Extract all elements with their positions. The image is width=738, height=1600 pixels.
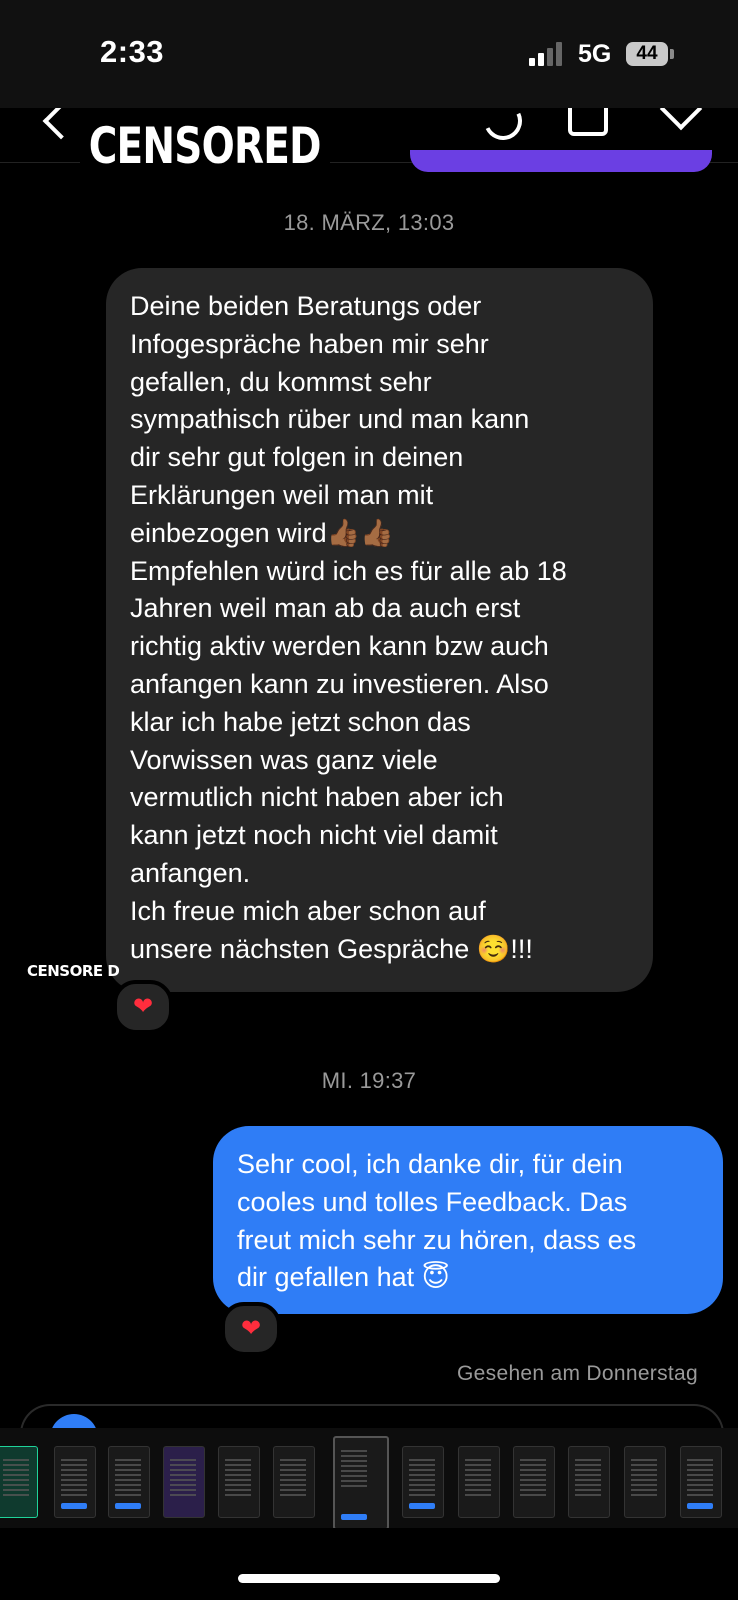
status-time: 2:33 bbox=[100, 34, 165, 69]
date-separator: MI. 19:37 bbox=[321, 1068, 417, 1093]
heart-reaction-icon[interactable]: ❤ bbox=[113, 980, 173, 1034]
incoming-message-bubble[interactable]: Deine beiden Beratungs oder Infogespräch… bbox=[106, 268, 653, 992]
thumbnail[interactable] bbox=[163, 1446, 205, 1518]
back-icon[interactable] bbox=[42, 108, 80, 140]
thumbnail[interactable] bbox=[0, 1446, 38, 1518]
censored-label: CENSORED bbox=[89, 117, 322, 175]
heart-reaction-icon[interactable]: ❤ bbox=[221, 1302, 281, 1356]
thumbnail-selected[interactable] bbox=[333, 1436, 389, 1528]
thumbnail[interactable] bbox=[273, 1446, 315, 1518]
outgoing-message-bubble[interactable]: Sehr cool, ich danke dir, für dein coole… bbox=[213, 1126, 723, 1314]
thumbnail[interactable] bbox=[54, 1446, 96, 1518]
thumbnail[interactable] bbox=[680, 1446, 722, 1518]
battery-tip bbox=[670, 49, 674, 59]
cellular-signal-icon bbox=[529, 42, 565, 66]
date-separator: 18. MÄRZ, 13:03 bbox=[283, 210, 455, 235]
home-indicator[interactable] bbox=[238, 1574, 500, 1583]
incoming-message-text: Deine beiden Beratungs oder Infogespräch… bbox=[130, 291, 567, 964]
seen-status: Gesehen am Donnerstag bbox=[457, 1362, 698, 1385]
previous-message-bubble bbox=[410, 150, 712, 172]
video-call-icon[interactable] bbox=[568, 108, 608, 136]
censored-overlay: CENSORED bbox=[80, 110, 330, 182]
info-icon[interactable] bbox=[659, 108, 703, 131]
screenshot-thumbnail-strip bbox=[0, 1428, 738, 1528]
battery-icon: 44 bbox=[626, 42, 668, 66]
thumbnail[interactable] bbox=[218, 1446, 260, 1518]
status-bar: 2:33 5G 44 bbox=[0, 0, 738, 108]
battery-level: 44 bbox=[636, 43, 658, 64]
call-icon[interactable] bbox=[478, 108, 528, 146]
thumbnail[interactable] bbox=[513, 1446, 555, 1518]
thumbnail[interactable] bbox=[624, 1446, 666, 1518]
thumbnail[interactable] bbox=[458, 1446, 500, 1518]
network-type: 5G bbox=[578, 40, 612, 68]
thumbnail[interactable] bbox=[568, 1446, 610, 1518]
thumbnail[interactable] bbox=[402, 1446, 444, 1518]
sender-avatar-censored: CENSORE D bbox=[27, 962, 120, 980]
thumbnail[interactable] bbox=[108, 1446, 150, 1518]
outgoing-message-text: Sehr cool, ich danke dir, für dein coole… bbox=[237, 1149, 637, 1293]
